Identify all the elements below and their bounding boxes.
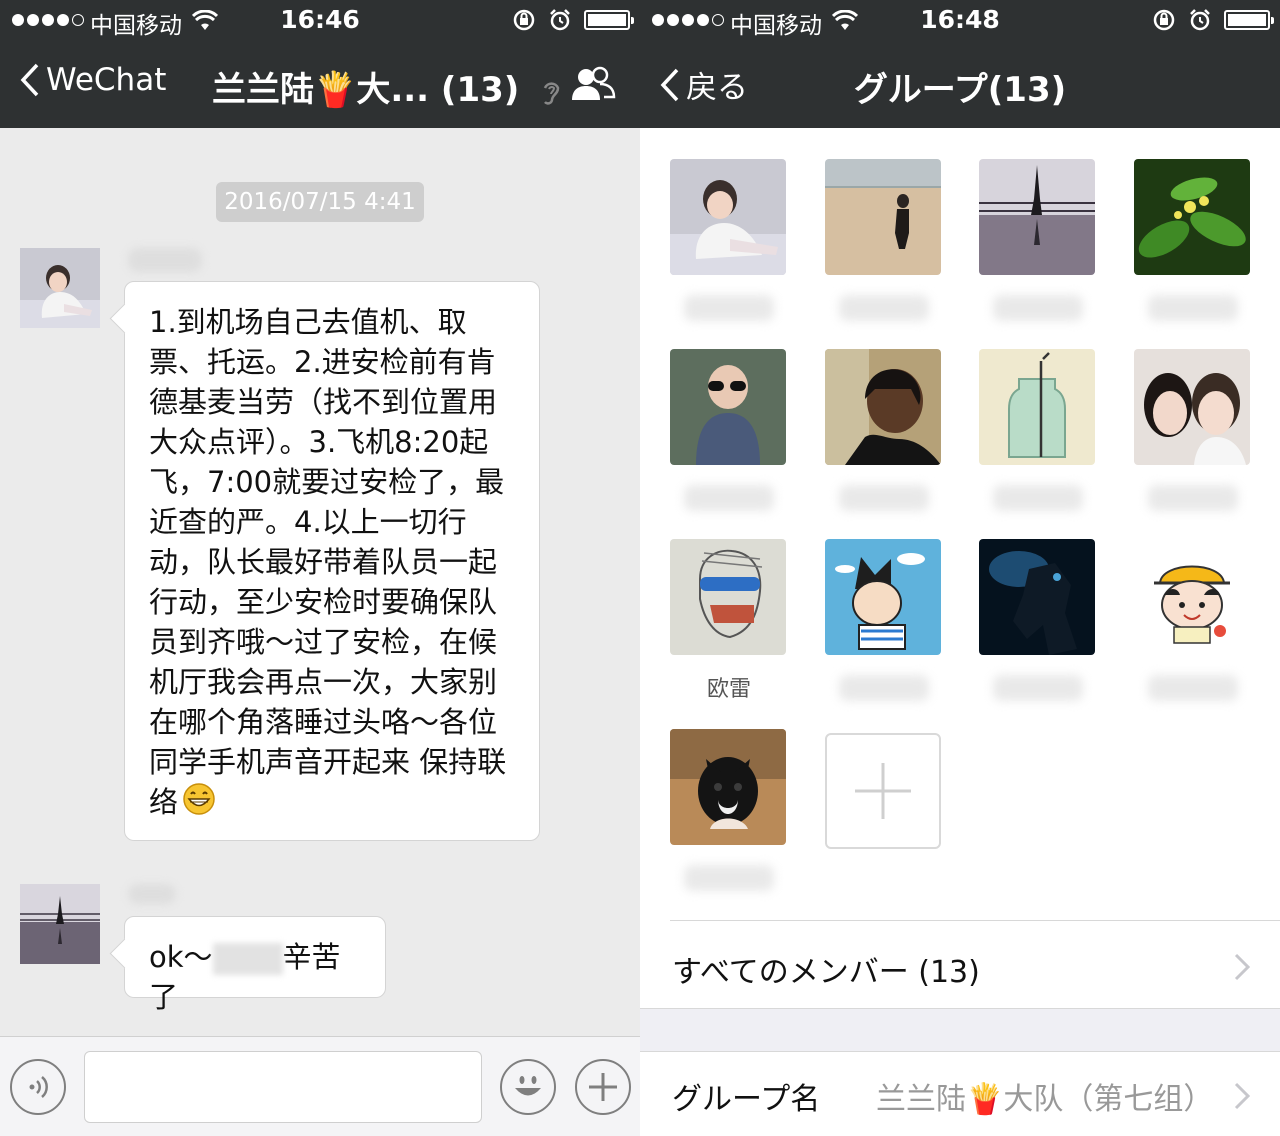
- sender-avatar[interactable]: [20, 248, 100, 328]
- member-avatar: [825, 349, 941, 465]
- group-name-value: 兰兰陆🍟大队（第七组）: [876, 1082, 1214, 1117]
- group-members-icon[interactable]: [570, 66, 616, 102]
- member-item[interactable]: [670, 159, 788, 321]
- member-name: [993, 675, 1083, 701]
- member-item[interactable]: [979, 349, 1097, 511]
- member-avatar: [979, 159, 1095, 275]
- member-name: [684, 295, 774, 321]
- member-item[interactable]: [825, 349, 943, 511]
- smiley-icon: [515, 1076, 541, 1096]
- page-title: グループ(13): [853, 70, 1067, 110]
- message-bubble[interactable]: ok～ 辛苦了: [124, 916, 386, 1014]
- status-bar: 中国移动 16:48: [640, 0, 1280, 40]
- member-item[interactable]: [825, 159, 943, 321]
- member-name: [839, 295, 929, 321]
- message-timestamp: 2016/07/15 4:41: [216, 182, 424, 222]
- all-members-row[interactable]: すべてのメンバー (13): [640, 921, 1280, 1008]
- member-avatar: [825, 159, 941, 275]
- mention-blurred: [212, 943, 283, 975]
- member-avatar: [670, 539, 786, 655]
- add-member-button[interactable]: [825, 733, 941, 849]
- voice-button[interactable]: [10, 1059, 66, 1115]
- alarm-icon: [550, 9, 570, 31]
- rotation-lock-icon: [1153, 9, 1175, 31]
- member-name: [1148, 295, 1238, 321]
- emoji-button[interactable]: [500, 1059, 556, 1115]
- message-text: 1.到机场自己去值机、取票、托运。2.进安检前有肯德基麦当劳（找不到位置用大众点…: [149, 305, 507, 819]
- member-name: [1148, 485, 1238, 511]
- member-name: [993, 295, 1083, 321]
- member-name: [684, 865, 774, 891]
- member-avatar: [979, 349, 1095, 465]
- member-item[interactable]: [670, 349, 788, 511]
- member-name: [684, 485, 774, 511]
- member-item[interactable]: [979, 539, 1097, 701]
- group-info-screen: 中国移动 16:48 戻る グループ(13) 欧雷 すべてのメンバー (13) …: [640, 0, 1280, 1136]
- member-item[interactable]: [1134, 349, 1252, 511]
- rotation-lock-icon: [513, 9, 535, 31]
- top-bar: 中国移动 16:46 WeChat 兰兰陆🍟大... (13): [0, 0, 640, 128]
- sender-name-blurred: [128, 248, 202, 272]
- chat-input-bar: [0, 1036, 640, 1136]
- group-name-row[interactable]: グループ名 兰兰陆🍟大队（第七组）: [640, 1052, 1280, 1136]
- chevron-left-icon: [20, 63, 39, 97]
- sender-name-blurred: [128, 884, 176, 904]
- top-bar: 中国移动 16:48 戻る グループ(13): [640, 0, 1280, 128]
- member-item[interactable]: [1134, 539, 1252, 701]
- group-name-label: グループ名: [672, 1082, 821, 1117]
- member-avatar: [670, 159, 786, 275]
- chat-title-text: 兰兰陆🍟大... (13): [212, 70, 520, 110]
- member-name: 欧雷: [706, 677, 751, 702]
- more-options-button[interactable]: [575, 1059, 631, 1115]
- all-members-label: すべてのメンバー (13): [672, 955, 980, 990]
- member-name: [993, 485, 1083, 511]
- battery-icon: [584, 10, 634, 30]
- chat-title: 兰兰陆🍟大... (13): [212, 62, 561, 111]
- member-item[interactable]: [825, 539, 943, 701]
- member-item[interactable]: [1134, 159, 1252, 321]
- back-button[interactable]: WeChat: [20, 62, 166, 98]
- message-input[interactable]: [84, 1051, 482, 1123]
- message-bubble[interactable]: 1.到机场自己去值机、取票、托运。2.进安检前有肯德基麦当劳（找不到位置用大众点…: [124, 281, 540, 841]
- member-avatar: [670, 729, 786, 845]
- member-avatar: [979, 539, 1095, 655]
- member-avatar: [1134, 159, 1250, 275]
- members-grid: 欧雷: [640, 128, 1280, 922]
- message-text-start: ok～: [149, 940, 213, 974]
- member-name: [1148, 675, 1238, 701]
- member-item[interactable]: 欧雷: [670, 539, 788, 702]
- member-item[interactable]: [670, 729, 788, 891]
- sender-avatar[interactable]: [20, 884, 100, 964]
- chevron-right-icon: [1234, 1082, 1250, 1110]
- member-item[interactable]: [979, 159, 1097, 321]
- battery-icon: [1224, 10, 1274, 30]
- member-avatar: [1134, 539, 1250, 655]
- plus-icon: [855, 763, 911, 819]
- voice-icon: [29, 1076, 48, 1098]
- grin-emoji-icon: [183, 783, 215, 815]
- member-avatar: [670, 349, 786, 465]
- chevron-right-icon: [1234, 953, 1250, 981]
- plus-icon: [589, 1073, 617, 1101]
- alarm-icon: [1190, 9, 1210, 31]
- member-name: [839, 675, 929, 701]
- section-gap: [640, 1008, 1280, 1052]
- member-avatar: [1134, 349, 1250, 465]
- back-label: WeChat: [46, 62, 167, 98]
- status-bar: 中国移动 16:46: [0, 0, 640, 40]
- member-name: [839, 485, 929, 511]
- chat-screen: 中国移动 16:46 WeChat 兰兰陆🍟大... (13) 2016/07/…: [0, 0, 640, 1136]
- earpiece-mode-icon: [543, 81, 560, 105]
- member-avatar: [825, 539, 941, 655]
